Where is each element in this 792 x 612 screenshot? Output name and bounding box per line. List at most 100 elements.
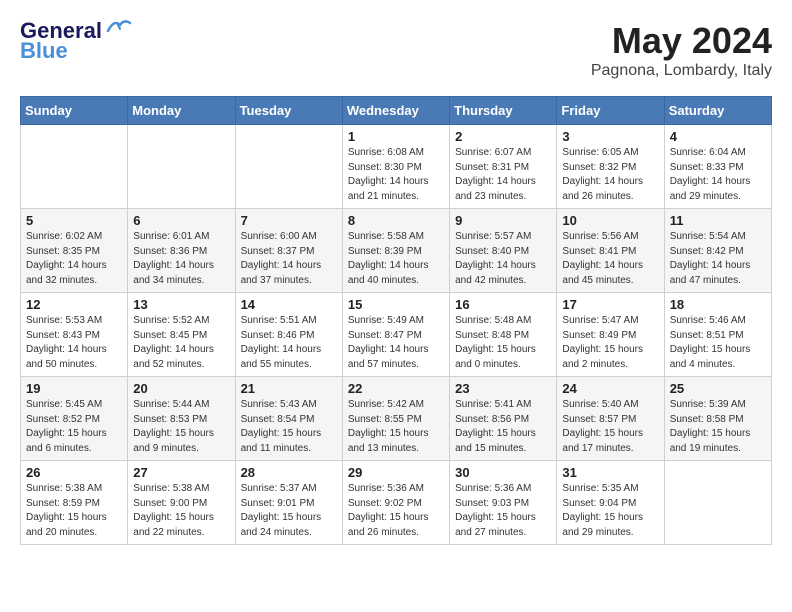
day-number: 14 (241, 297, 337, 312)
calendar-cell: 18Sunrise: 5:46 AM Sunset: 8:51 PM Dayli… (664, 293, 771, 377)
calendar-cell (21, 125, 128, 209)
calendar-cell: 4Sunrise: 6:04 AM Sunset: 8:33 PM Daylig… (664, 125, 771, 209)
calendar-cell: 25 Sunrise: 5:39 AM Sunset: 8:58 PM Dayli… (664, 377, 771, 461)
day-info: Sunrise: 6:01 AM Sunset: 8:36 PM Dayligh… (133, 230, 229, 288)
calendar-week-row: 26Sunrise: 5:38 AM Sunset: 8:59 PM Dayli… (21, 461, 772, 545)
month-title: May 2024 (591, 20, 772, 62)
logo: General Blue (20, 20, 132, 62)
day-info: Sunrise: 5:44 AM Sunset: 8:53 PM Dayligh… (133, 398, 229, 456)
day-number: 10 (562, 213, 658, 228)
day-number: 3 (562, 129, 658, 144)
calendar-cell: 15 Sunrise: 5:49 AM Sunset: 8:47 PM Dayli… (342, 293, 449, 377)
day-info: Sunrise: 6:05 AM Sunset: 8:32 PM Dayligh… (562, 146, 658, 204)
calendar-cell: 9 Sunrise: 5:57 AM Sunset: 8:40 PM Daylig… (450, 209, 557, 293)
day-number: 17 (562, 297, 658, 312)
day-info: Sunrise: 5:51 AM Sunset: 8:46 PM Dayligh… (241, 314, 337, 372)
day-number: 9 (455, 213, 551, 228)
calendar-cell: 11Sunrise: 5:54 AM Sunset: 8:42 PM Dayli… (664, 209, 771, 293)
day-info: Sunrise: 5:36 AM Sunset: 9:03 PM Dayligh… (455, 482, 551, 540)
calendar-cell: 3 Sunrise: 6:05 AM Sunset: 8:32 PM Daylig… (557, 125, 664, 209)
calendar-cell: 19 Sunrise: 5:45 AM Sunset: 8:52 PM Dayli… (21, 377, 128, 461)
day-info: Sunrise: 5:58 AM Sunset: 8:39 PM Dayligh… (348, 230, 444, 288)
day-info: Sunrise: 5:49 AM Sunset: 8:47 PM Dayligh… (348, 314, 444, 372)
day-info: Sunrise: 6:08 AM Sunset: 8:30 PM Dayligh… (348, 146, 444, 204)
day-info: Sunrise: 5:42 AM Sunset: 8:55 PM Dayligh… (348, 398, 444, 456)
title-section: May 2024 Pagnona, Lombardy, Italy (591, 20, 772, 80)
calendar-cell: 31 Sunrise: 5:35 AM Sunset: 9:04 PM Dayli… (557, 461, 664, 545)
day-info: Sunrise: 5:47 AM Sunset: 8:49 PM Dayligh… (562, 314, 658, 372)
day-number: 25 (670, 381, 766, 396)
day-info: Sunrise: 5:56 AM Sunset: 8:41 PM Dayligh… (562, 230, 658, 288)
day-info: Sunrise: 5:46 AM Sunset: 8:51 PM Dayligh… (670, 314, 766, 372)
logo-blue-text: Blue (20, 40, 68, 62)
calendar-cell: 21 Sunrise: 5:43 AM Sunset: 8:54 PM Dayli… (235, 377, 342, 461)
day-number: 31 (562, 465, 658, 480)
day-info: Sunrise: 5:38 AM Sunset: 9:00 PM Dayligh… (133, 482, 229, 540)
day-number: 2 (455, 129, 551, 144)
calendar-cell: 27 Sunrise: 5:38 AM Sunset: 9:00 PM Dayli… (128, 461, 235, 545)
calendar-header-wednesday: Wednesday (342, 97, 449, 125)
day-number: 21 (241, 381, 337, 396)
calendar-cell (235, 125, 342, 209)
day-number: 22 (348, 381, 444, 396)
day-info: Sunrise: 5:52 AM Sunset: 8:45 PM Dayligh… (133, 314, 229, 372)
logo-bird-icon (104, 17, 132, 37)
day-number: 24 (562, 381, 658, 396)
calendar-cell (128, 125, 235, 209)
day-info: Sunrise: 5:39 AM Sunset: 8:58 PM Dayligh… (670, 398, 766, 456)
calendar-cell: 26Sunrise: 5:38 AM Sunset: 8:59 PM Dayli… (21, 461, 128, 545)
calendar-cell: 2 Sunrise: 6:07 AM Sunset: 8:31 PM Daylig… (450, 125, 557, 209)
day-number: 27 (133, 465, 229, 480)
calendar-header-sunday: Sunday (21, 97, 128, 125)
calendar-cell: 12Sunrise: 5:53 AM Sunset: 8:43 PM Dayli… (21, 293, 128, 377)
day-info: Sunrise: 6:00 AM Sunset: 8:37 PM Dayligh… (241, 230, 337, 288)
day-number: 5 (26, 213, 122, 228)
day-number: 4 (670, 129, 766, 144)
day-number: 29 (348, 465, 444, 480)
calendar-header-monday: Monday (128, 97, 235, 125)
calendar-table: SundayMondayTuesdayWednesdayThursdayFrid… (20, 96, 772, 545)
day-info: Sunrise: 5:45 AM Sunset: 8:52 PM Dayligh… (26, 398, 122, 456)
day-info: Sunrise: 5:57 AM Sunset: 8:40 PM Dayligh… (455, 230, 551, 288)
day-number: 7 (241, 213, 337, 228)
day-number: 26 (26, 465, 122, 480)
day-number: 6 (133, 213, 229, 228)
calendar-cell: 7 Sunrise: 6:00 AM Sunset: 8:37 PM Daylig… (235, 209, 342, 293)
day-info: Sunrise: 5:36 AM Sunset: 9:02 PM Dayligh… (348, 482, 444, 540)
calendar-week-row: 5 Sunrise: 6:02 AM Sunset: 8:35 PM Daylig… (21, 209, 772, 293)
day-info: Sunrise: 5:41 AM Sunset: 8:56 PM Dayligh… (455, 398, 551, 456)
calendar-cell: 17 Sunrise: 5:47 AM Sunset: 8:49 PM Dayli… (557, 293, 664, 377)
day-number: 13 (133, 297, 229, 312)
calendar-cell: 10 Sunrise: 5:56 AM Sunset: 8:41 PM Dayli… (557, 209, 664, 293)
calendar-cell: 5 Sunrise: 6:02 AM Sunset: 8:35 PM Daylig… (21, 209, 128, 293)
day-info: Sunrise: 6:07 AM Sunset: 8:31 PM Dayligh… (455, 146, 551, 204)
calendar-cell (664, 461, 771, 545)
page-header: General Blue May 2024 Pagnona, Lombardy,… (20, 20, 772, 80)
calendar-cell: 8 Sunrise: 5:58 AM Sunset: 8:39 PM Daylig… (342, 209, 449, 293)
day-number: 23 (455, 381, 551, 396)
day-info: Sunrise: 5:43 AM Sunset: 8:54 PM Dayligh… (241, 398, 337, 456)
calendar-cell: 28Sunrise: 5:37 AM Sunset: 9:01 PM Dayli… (235, 461, 342, 545)
calendar-header-saturday: Saturday (664, 97, 771, 125)
calendar-cell: 14 Sunrise: 5:51 AM Sunset: 8:46 PM Dayli… (235, 293, 342, 377)
calendar-cell: 1Sunrise: 6:08 AM Sunset: 8:30 PM Daylig… (342, 125, 449, 209)
day-number: 20 (133, 381, 229, 396)
day-info: Sunrise: 5:35 AM Sunset: 9:04 PM Dayligh… (562, 482, 658, 540)
calendar-header-tuesday: Tuesday (235, 97, 342, 125)
day-number: 15 (348, 297, 444, 312)
day-number: 11 (670, 213, 766, 228)
calendar-header-thursday: Thursday (450, 97, 557, 125)
day-number: 19 (26, 381, 122, 396)
calendar-cell: 13 Sunrise: 5:52 AM Sunset: 8:45 PM Dayli… (128, 293, 235, 377)
calendar-week-row: 1Sunrise: 6:08 AM Sunset: 8:30 PM Daylig… (21, 125, 772, 209)
calendar-week-row: 19 Sunrise: 5:45 AM Sunset: 8:52 PM Dayli… (21, 377, 772, 461)
day-number: 16 (455, 297, 551, 312)
day-info: Sunrise: 5:37 AM Sunset: 9:01 PM Dayligh… (241, 482, 337, 540)
calendar-cell: 22 Sunrise: 5:42 AM Sunset: 8:55 PM Dayli… (342, 377, 449, 461)
day-info: Sunrise: 5:53 AM Sunset: 8:43 PM Dayligh… (26, 314, 122, 372)
calendar-cell: 23 Sunrise: 5:41 AM Sunset: 8:56 PM Dayli… (450, 377, 557, 461)
calendar-week-row: 12Sunrise: 5:53 AM Sunset: 8:43 PM Dayli… (21, 293, 772, 377)
day-info: Sunrise: 5:40 AM Sunset: 8:57 PM Dayligh… (562, 398, 658, 456)
day-number: 8 (348, 213, 444, 228)
day-info: Sunrise: 6:02 AM Sunset: 8:35 PM Dayligh… (26, 230, 122, 288)
